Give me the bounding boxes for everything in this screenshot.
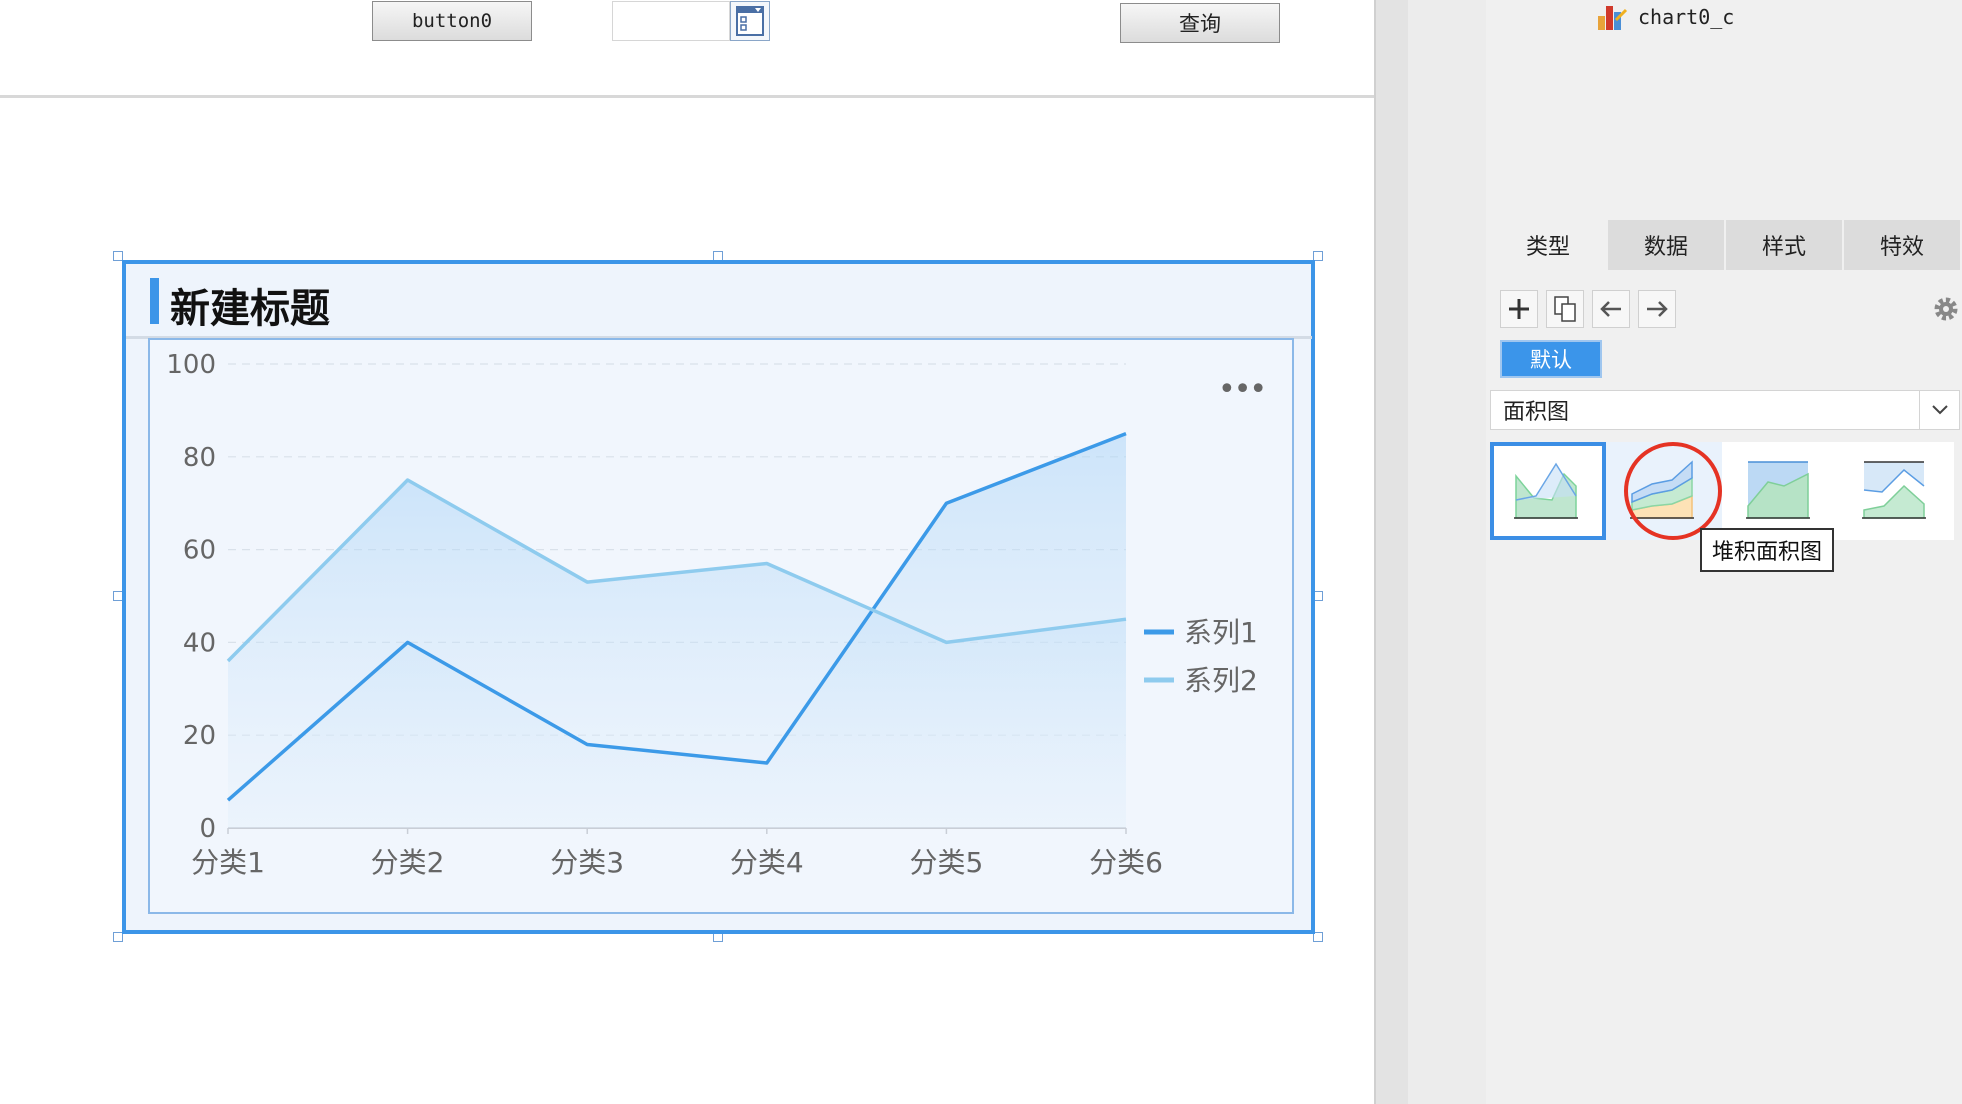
chart-widget-icon xyxy=(1598,6,1628,30)
tab-effects[interactable]: 特效 xyxy=(1844,220,1962,270)
calendar-icon[interactable] xyxy=(730,1,770,41)
chart-title-bar: 新建标题 xyxy=(130,272,1310,332)
panel-strip xyxy=(1408,0,1486,1104)
title-accent-bar xyxy=(150,278,159,324)
gear-icon[interactable] xyxy=(1930,290,1962,328)
property-tabs: 类型 数据 样式 特效 xyxy=(1490,220,1962,270)
design-canvas: button0 查询 新建标题 0 20 40 60 80 100 分类1 分类2 分类3 分类4… xyxy=(0,0,1374,1104)
arrow-right-icon[interactable] xyxy=(1638,290,1676,328)
area-line-chart-thumb[interactable] xyxy=(1838,442,1954,540)
query-button[interactable]: 查询 xyxy=(1120,3,1280,43)
chart-title: 新建标题 xyxy=(170,286,330,332)
plus-icon[interactable] xyxy=(1500,290,1538,328)
panel-toolbar xyxy=(1500,290,1676,328)
x-tick-label: 分类6 xyxy=(1089,846,1163,879)
x-tick-label: 分类2 xyxy=(371,846,445,879)
button0[interactable]: button0 xyxy=(372,1,532,41)
y-tick-label: 40 xyxy=(183,628,216,658)
panel-gutter xyxy=(1374,0,1408,1104)
percent-area-chart-thumb[interactable] xyxy=(1722,442,1838,540)
more-options-icon[interactable]: ••• xyxy=(1218,372,1267,407)
stacked-area-chart-thumb[interactable] xyxy=(1606,442,1722,540)
y-tick-label: 60 xyxy=(183,536,216,566)
y-tick-label: 80 xyxy=(183,443,216,473)
plot-area: 0 20 40 60 80 100 分类1 分类2 分类3 分类4 分类5 分类6 系列1 系列2 xyxy=(148,338,1294,914)
chart-type-value: 面积图 xyxy=(1503,400,1570,425)
x-tick-label: 分类5 xyxy=(909,846,983,879)
tree-item-chart0[interactable]: chart0_c xyxy=(1596,0,1734,34)
arrow-left-icon[interactable] xyxy=(1592,290,1630,328)
copy-icon[interactable] xyxy=(1546,290,1584,328)
area-chart: 0 20 40 60 80 100 分类1 分类2 分类3 分类4 分类5 分类6 系列1 系列2 xyxy=(166,350,1258,879)
tree-item-label: chart0_c xyxy=(1638,5,1735,29)
default-button[interactable]: 默认 xyxy=(1500,340,1602,378)
tab-style[interactable]: 样式 xyxy=(1726,220,1844,270)
legend-label: 系列1 xyxy=(1184,616,1258,649)
legend-label: 系列2 xyxy=(1184,664,1258,697)
chart-subtype-gallery xyxy=(1490,442,1954,540)
y-tick-label: 20 xyxy=(183,721,216,751)
chart-type-select[interactable]: 面积图 xyxy=(1490,390,1960,430)
y-tick-label: 0 xyxy=(199,814,216,844)
area-chart-thumb[interactable] xyxy=(1490,442,1606,540)
x-tick-label: 分类3 xyxy=(550,846,624,879)
tab-type[interactable]: 类型 xyxy=(1490,220,1608,270)
date-input[interactable] xyxy=(612,1,730,41)
y-tick-label: 100 xyxy=(166,350,216,380)
chevron-down-icon xyxy=(1919,391,1959,429)
x-tick-label: 分类1 xyxy=(191,846,265,879)
divider xyxy=(0,95,1374,98)
chart-widget[interactable]: 新建标题 0 20 40 60 80 100 分类1 分类2 分类3 分类4 分类5 分类6 系列1 系列… xyxy=(122,260,1315,934)
x-tick-label: 分类4 xyxy=(730,846,804,879)
tab-data[interactable]: 数据 xyxy=(1608,220,1726,270)
tooltip: 堆积面积图 xyxy=(1700,528,1835,572)
